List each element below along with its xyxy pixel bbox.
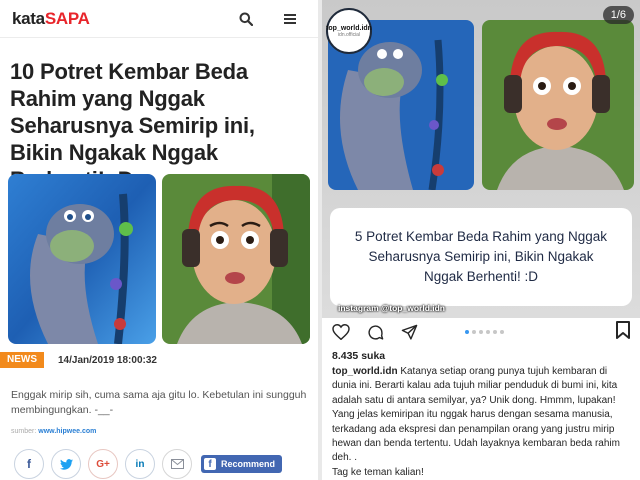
article-image[interactable]: [8, 174, 310, 344]
share-button[interactable]: [398, 321, 420, 343]
caption-tag-line: Tag ke teman kalian!: [332, 466, 424, 478]
share-facebook-button[interactable]: f: [14, 449, 44, 479]
article-excerpt: Enggak mirip sih, cuma sama aja gitu lo.…: [11, 389, 307, 416]
carousel-dot: [493, 330, 497, 334]
post-image-man-with-headphones: [482, 20, 634, 190]
post-caption: top_world.idn Katanya setiap orang punya…: [332, 365, 632, 480]
publish-date: 14/Jan/2019 18:00:32: [58, 354, 157, 366]
facebook-logo-icon: f: [204, 458, 216, 470]
linkedin-icon: in: [135, 458, 145, 470]
post-watermark: instagram @top_world.idn: [338, 303, 445, 313]
source-label: sumber:: [11, 428, 37, 435]
carousel-dot: [500, 330, 504, 334]
carousel-dot: [479, 330, 483, 334]
article-meta: NEWS 14/Jan/2019 18:00:32: [0, 351, 157, 369]
caption-body: Katanya setiap orang punya tujuh kembara…: [332, 366, 620, 464]
mail-icon: [170, 459, 184, 469]
post-image[interactable]: top_world.idn idn.official 1/6 5 Potret …: [322, 0, 640, 318]
article-pane: kataSAPA 10 Potret Kembar Beda Rahim yan…: [0, 0, 318, 480]
logo-part-sapa: SAPA: [44, 8, 90, 28]
caption-username[interactable]: top_world.idn: [332, 366, 398, 377]
source-link[interactable]: www.hipwee.com: [38, 428, 96, 435]
recommend-button[interactable]: f Recommend: [201, 455, 283, 473]
facebook-icon: f: [27, 457, 31, 471]
avatar-name: top_world.idn: [326, 24, 372, 32]
comment-icon: [367, 324, 383, 340]
share-bar: f G+ in f Recommend: [14, 449, 283, 479]
share-twitter-button[interactable]: [51, 449, 81, 479]
hamburger-menu-icon[interactable]: [274, 6, 306, 32]
site-logo[interactable]: kataSAPA: [12, 9, 90, 29]
avatar-subname: idn.official: [337, 31, 361, 38]
carousel-counter: 1/6: [602, 6, 634, 24]
article-headline: 10 Potret Kembar Beda Rahim yang Nggak S…: [10, 59, 255, 192]
post-image-caption: 5 Potret Kembar Beda Rahim yang Nggak Se…: [354, 229, 608, 284]
bookmark-icon: [616, 321, 630, 339]
carousel-dot: [472, 330, 476, 334]
share-linkedin-button[interactable]: in: [125, 449, 155, 479]
share-googleplus-button[interactable]: G+: [88, 449, 118, 479]
twitter-icon: [59, 458, 73, 470]
share-mail-button[interactable]: [162, 449, 192, 479]
recommend-label: Recommend: [221, 459, 276, 469]
heart-icon: [332, 324, 350, 340]
site-header: kataSAPA: [0, 0, 318, 38]
post-image-caption-card: 5 Potret Kembar Beda Rahim yang Nggak Se…: [330, 208, 632, 306]
instagram-post-pane: top_world.idn idn.official 1/6 5 Potret …: [322, 0, 640, 480]
logo-part-kata: kata: [12, 8, 45, 28]
carousel-dot: [486, 330, 490, 334]
source-line: sumber: www.hipwee.com: [11, 428, 96, 435]
search-icon[interactable]: [230, 6, 262, 32]
image-man-with-headphones: [162, 174, 310, 344]
category-badge[interactable]: NEWS: [0, 352, 44, 368]
carousel-dots: [465, 330, 504, 334]
googleplus-icon: G+: [96, 458, 110, 470]
like-button[interactable]: [330, 321, 352, 343]
carousel-dot-active: [465, 330, 469, 334]
likes-count[interactable]: 8.435 suka: [332, 350, 385, 362]
image-animation-creature: [8, 174, 156, 344]
save-button[interactable]: [616, 321, 630, 344]
paper-plane-icon: [401, 324, 417, 340]
account-avatar[interactable]: top_world.idn idn.official: [326, 8, 372, 54]
comment-button[interactable]: [364, 321, 386, 343]
